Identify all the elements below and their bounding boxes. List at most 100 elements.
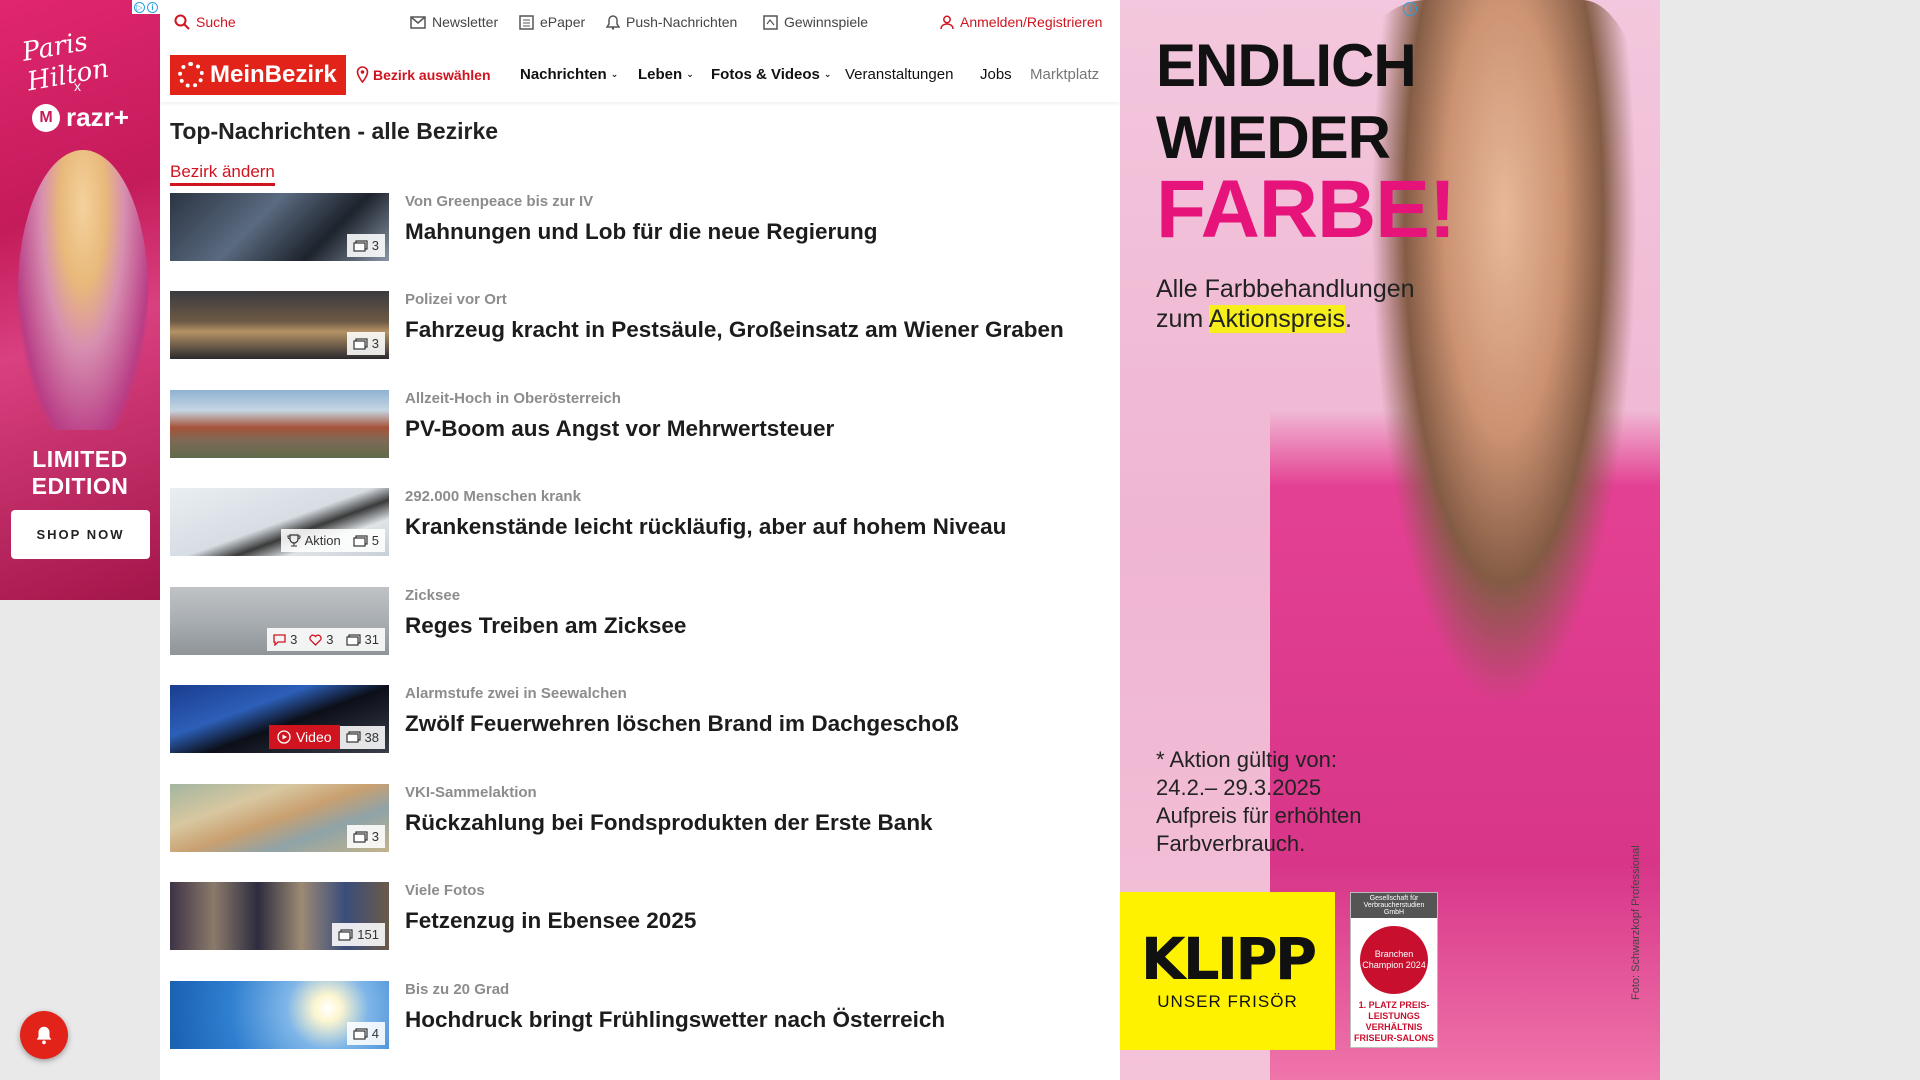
article-thumbnail[interactable]: Video 38 bbox=[170, 685, 389, 753]
left-ad-banner[interactable]: ▷ i Paris Hilton x M razr+ LIMITED EDITIO… bbox=[0, 0, 160, 600]
article-title[interactable]: Mahnungen und Lob für die neue Regierung bbox=[405, 219, 877, 245]
ad-subline-highlight: Aktionspreis bbox=[1208, 305, 1345, 333]
article-kicker: Bis zu 20 Grad bbox=[405, 981, 510, 998]
photo-count: 3 bbox=[371, 238, 379, 253]
ad-headline-line1: ENDLICH bbox=[1156, 32, 1417, 99]
search-label: Suche bbox=[196, 14, 236, 30]
change-district-link[interactable]: Bezirk ändern bbox=[170, 162, 275, 186]
shop-now-button[interactable]: SHOP NOW bbox=[11, 510, 150, 559]
photos-icon bbox=[353, 1027, 368, 1040]
aktion-badge: Aktion bbox=[287, 533, 341, 548]
article-kicker: Von Greenpeace bis zur IV bbox=[405, 193, 594, 210]
comment-count: 3 bbox=[273, 632, 297, 647]
ad-info-icon[interactable]: ▷ i bbox=[132, 0, 160, 14]
article-kicker: Zicksee bbox=[405, 587, 461, 604]
award-circle: Branchen Champion 2024 bbox=[1360, 926, 1428, 994]
article-title[interactable]: Rückzahlung bei Fondsprodukten der Erste… bbox=[405, 810, 933, 836]
newsletter-link[interactable]: Newsletter bbox=[410, 14, 498, 30]
award-place: 1. PLATZ PREIS-LEISTUNGS VERHÄLTNIS FRIS… bbox=[1353, 1000, 1434, 1043]
ad-headline-line1: LIMITED bbox=[32, 446, 128, 472]
nav-jobs[interactable]: Jobs bbox=[980, 66, 1012, 83]
top-utility-bar: Suche Newsletter ePaper Push-Nachrichten… bbox=[160, 0, 1120, 46]
article-title[interactable]: Hochdruck bringt Frühlingswetter nach Ös… bbox=[405, 1007, 945, 1033]
award-issuer: Gesellschaft für Verbraucherstudien GmbH bbox=[1351, 893, 1437, 918]
article-kicker: Polizei vor Ort bbox=[405, 291, 507, 308]
article-title[interactable]: Krankenstände leicht rückläufig, aber au… bbox=[405, 514, 1006, 540]
photo-count-badge: 4 bbox=[346, 1022, 385, 1045]
article-thumbnail[interactable]: 3 bbox=[170, 784, 389, 852]
article-title[interactable]: Reges Treiben am Zicksee bbox=[405, 613, 686, 639]
article-thumbnail[interactable] bbox=[170, 390, 389, 458]
district-select-link[interactable]: Bezirk auswählen bbox=[356, 66, 491, 83]
article-thumbnail[interactable]: 3 bbox=[170, 291, 389, 359]
ad-headline-line2: EDITION bbox=[31, 473, 129, 499]
video-label: Video bbox=[295, 729, 332, 745]
photo-count: 3 bbox=[371, 336, 379, 351]
ticket-icon bbox=[763, 14, 778, 30]
article-item[interactable]: 3 Polizei vor Ort Fahrzeug kracht in Pes… bbox=[170, 291, 1110, 359]
nav-veranstaltungen-label: Veranstaltungen bbox=[845, 66, 954, 83]
newspaper-icon bbox=[519, 14, 534, 30]
login-link[interactable]: Anmelden/Registrieren bbox=[940, 14, 1102, 30]
article-thumbnail[interactable]: 3 bbox=[170, 193, 389, 261]
nav-marktplatz[interactable]: Marktplatz bbox=[1030, 66, 1110, 83]
notification-bell-button[interactable] bbox=[20, 1011, 68, 1059]
video-badge: Video bbox=[268, 725, 340, 749]
push-notifications-link[interactable]: Push-Nachrichten bbox=[606, 14, 737, 30]
aktion-label: Aktion bbox=[304, 533, 341, 548]
photo-count: 4 bbox=[371, 1026, 379, 1041]
photos-icon bbox=[353, 534, 368, 547]
right-ad-banner[interactable]: i ENDLICH WIEDER FARBE! Alle Farbbehandl… bbox=[1120, 0, 1660, 1080]
push-label: Push-Nachrichten bbox=[626, 14, 738, 30]
article-item[interactable]: 151 Viele Fotos Fetzenzug in Ebensee 202… bbox=[170, 882, 1110, 950]
epaper-link[interactable]: ePaper bbox=[519, 14, 585, 30]
article-item[interactable]: 4 Bis zu 20 Grad Hochdruck bringt Frühli… bbox=[170, 981, 1110, 1049]
ad-subline-2-pre: zum bbox=[1156, 305, 1209, 333]
ad-headline: ENDLICH WIEDER FARBE! bbox=[1156, 30, 1456, 251]
nav-leben[interactable]: Leben ⌄ bbox=[638, 66, 694, 83]
gewinnspiele-link[interactable]: Gewinnspiele bbox=[763, 14, 868, 30]
user-icon bbox=[940, 15, 954, 29]
article-badges: Aktion 5 bbox=[280, 529, 385, 552]
ad-brand-name: razr+ bbox=[66, 102, 129, 132]
photo-count: 31 bbox=[364, 632, 379, 647]
article-thumbnail[interactable]: 4 bbox=[170, 981, 389, 1049]
nav-nachrichten[interactable]: Nachrichten ⌄ bbox=[520, 66, 618, 83]
photos-icon bbox=[353, 337, 368, 350]
photo-count: 5 bbox=[371, 533, 379, 548]
photo-count: 38 bbox=[364, 729, 379, 745]
meinbezirk-logo[interactable]: MeinBezirk bbox=[170, 55, 346, 95]
ad-terms-4: Farbverbrauch. bbox=[1156, 831, 1306, 856]
article-badges: Video 38 bbox=[268, 725, 385, 749]
article-title[interactable]: PV-Boom aus Angst vor Mehrwertsteuer bbox=[405, 416, 834, 442]
article-thumbnail[interactable]: Aktion 5 bbox=[170, 488, 389, 556]
nav-fotos-videos[interactable]: Fotos & Videos ⌄ bbox=[711, 66, 831, 83]
article-title[interactable]: Fahrzeug kracht in Pestsäule, Großeinsat… bbox=[405, 317, 1064, 343]
photo-count-badge: 3 bbox=[346, 332, 385, 355]
article-item[interactable]: 3 Von Greenpeace bis zur IV Mahnungen un… bbox=[170, 193, 1110, 261]
comment-icon bbox=[273, 633, 286, 646]
article-kicker: Viele Fotos bbox=[405, 882, 485, 899]
article-thumbnail[interactable]: 3 3 31 bbox=[170, 587, 389, 655]
chevron-down-icon: ⌄ bbox=[823, 69, 832, 79]
ad-info-icon[interactable]: i bbox=[1403, 2, 1417, 16]
ad-terms-1: * Aktion gültig von: bbox=[1156, 747, 1338, 772]
epaper-label: ePaper bbox=[540, 14, 586, 30]
nav-veranstaltungen[interactable]: Veranstaltungen bbox=[845, 66, 953, 83]
bell-icon bbox=[36, 1026, 52, 1045]
nav-nachrichten-label: Nachrichten bbox=[520, 66, 607, 83]
login-label: Anmelden/Registrieren bbox=[960, 14, 1103, 30]
photo-count-badge: 3 bbox=[346, 234, 385, 257]
article-item[interactable]: 3 3 31 Zicksee Reges Treiben am Zicksee bbox=[170, 587, 1110, 655]
photo-count-badge: 3 bbox=[346, 825, 385, 848]
article-badges: 3 3 31 bbox=[267, 628, 385, 651]
article-item[interactable]: 3 VKI-Sammelaktion Rückzahlung bei Fonds… bbox=[170, 784, 1110, 852]
article-item[interactable]: Allzeit-Hoch in Oberösterreich PV-Boom a… bbox=[170, 390, 1110, 458]
main-navigation: MeinBezirk Bezirk auswählen Nachrichten … bbox=[160, 46, 1120, 102]
article-item[interactable]: Aktion 5 292.000 Menschen krank Krankens… bbox=[170, 488, 1110, 556]
article-title[interactable]: Fetzenzug in Ebensee 2025 bbox=[405, 908, 696, 934]
search-link[interactable]: Suche bbox=[174, 14, 236, 30]
article-title[interactable]: Zwölf Feuerwehren löschen Brand im Dachg… bbox=[405, 711, 959, 737]
article-thumbnail[interactable]: 151 bbox=[170, 882, 389, 950]
article-item[interactable]: Video 38 Alarmstufe zwei in Seewalchen Z… bbox=[170, 685, 1110, 753]
